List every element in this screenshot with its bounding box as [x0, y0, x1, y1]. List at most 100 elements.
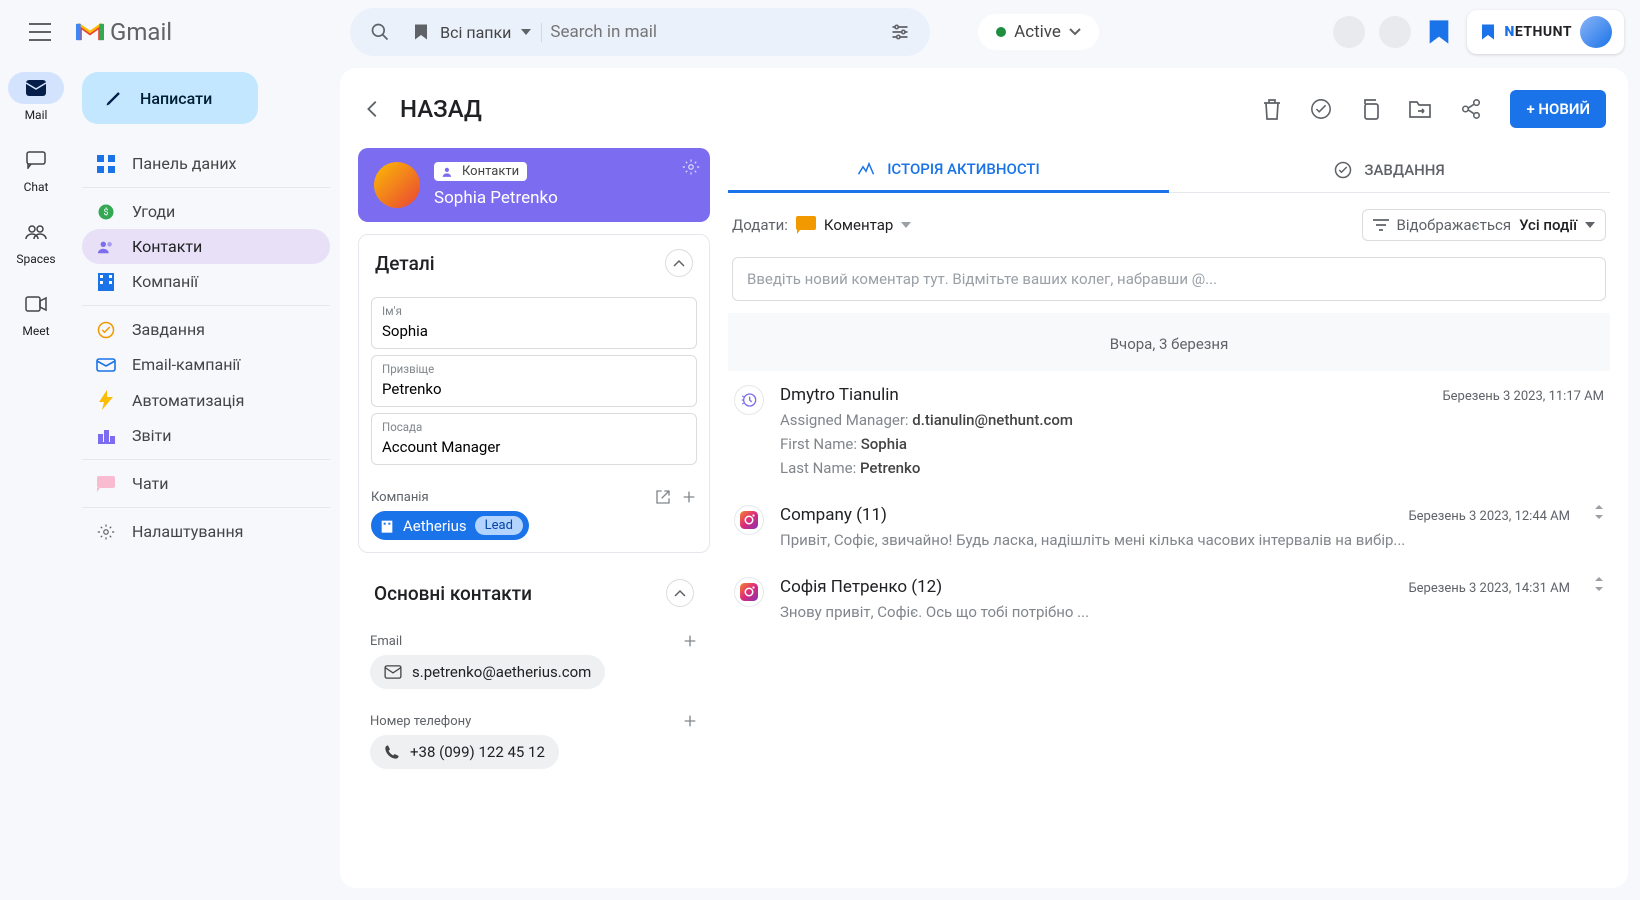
phone-pill[interactable]: +38 (099) 122 45 12 [370, 735, 559, 769]
app-header: Gmail Всі папки Active NETHUNT [0, 0, 1640, 64]
gear-icon [96, 523, 116, 541]
search-icon[interactable] [358, 10, 402, 54]
email-pill[interactable]: s.petrenko@aetherius.com [370, 655, 605, 689]
building-icon [379, 518, 395, 534]
collapse-details[interactable] [665, 249, 693, 277]
status-selector[interactable]: Active [978, 14, 1099, 50]
record-right-column: ІСТОРІЯ АКТИВНОСТІ ЗАВДАННЯ Додати: Коме… [728, 148, 1610, 888]
envelope-icon [384, 665, 402, 679]
header-avatar-1[interactable] [1333, 16, 1365, 48]
share-icon[interactable] [1460, 98, 1482, 120]
building-icon [96, 273, 116, 291]
phone-icon [384, 744, 400, 760]
sidebar-item-settings[interactable]: Налаштування [82, 514, 330, 549]
folder-move-icon[interactable] [1408, 99, 1432, 119]
pencil-icon [104, 88, 124, 108]
back-button[interactable] [362, 98, 384, 120]
rail-item-meet[interactable]: Meet [8, 288, 64, 338]
comment-input[interactable]: Введіть новий коментар тут. Відмітьте ва… [732, 257, 1606, 301]
tab-activity[interactable]: ІСТОРІЯ АКТИВНОСТІ [728, 148, 1169, 193]
last-name-field[interactable] [372, 376, 696, 406]
expand-icon[interactable] [1594, 577, 1604, 621]
add-comment-button[interactable]: Коментар [796, 216, 911, 234]
nethunt-text: NETHUNT [1505, 24, 1573, 40]
menu-button[interactable] [16, 8, 64, 56]
search-input[interactable] [550, 22, 878, 42]
card-settings-icon[interactable] [682, 158, 700, 176]
sidebar-item-companies[interactable]: Компанії [82, 264, 330, 299]
chat-icon [26, 151, 46, 169]
activity-item[interactable]: Софія Петренко (12)Березень 3 2023, 14:3… [728, 563, 1610, 635]
activity-item[interactable]: Dmytro TianulinБерезень 3 2023, 11:17 AM… [728, 371, 1610, 491]
gmail-brand-text: Gmail [110, 18, 172, 46]
contact-folder-tag[interactable]: Контакти [434, 162, 527, 181]
sidebar-item-deals[interactable]: $Угоди [82, 194, 330, 229]
hamburger-icon [29, 23, 51, 41]
caret-down-icon [901, 222, 911, 228]
company-stage-badge: Lead [475, 516, 523, 535]
activity-filter[interactable]: Відображається Усі події [1362, 209, 1606, 241]
bolt-icon [96, 390, 116, 410]
contact-avatar [374, 162, 420, 208]
expand-icon[interactable] [1594, 505, 1604, 549]
position-field[interactable] [372, 434, 696, 464]
add-email-icon[interactable] [682, 633, 698, 649]
first-name-field[interactable] [372, 318, 696, 348]
status-dot-icon [996, 27, 1006, 37]
history-icon [734, 385, 764, 415]
new-button[interactable]: + НОВИЙ [1510, 90, 1606, 128]
sidebar-item-contacts[interactable]: Контакти [82, 229, 330, 264]
comment-icon [796, 216, 816, 234]
folder-selector[interactable]: Всі папки [402, 23, 542, 42]
nethunt-glyph-icon [412, 23, 430, 41]
copy-icon[interactable] [1360, 98, 1380, 120]
collapse-primary[interactable] [666, 579, 694, 607]
rail-item-chat[interactable]: Chat [8, 144, 64, 194]
plus-icon[interactable] [681, 489, 697, 505]
open-link-icon[interactable] [655, 489, 671, 505]
filter-icon [1373, 219, 1389, 231]
rail-item-mail[interactable]: Mail [8, 72, 64, 122]
nethunt-badge-icon [1479, 23, 1497, 41]
sidebar-item-tasks[interactable]: Завдання [82, 312, 330, 347]
status-label: Active [1014, 22, 1061, 42]
spaces-icon [25, 224, 47, 240]
task-icon [96, 321, 116, 339]
details-title: Деталі [375, 252, 435, 275]
instagram-icon [734, 505, 764, 535]
sidebar-item-chats[interactable]: Чати [82, 466, 330, 501]
sidebar-item-campaigns[interactable]: Email-кампанії [82, 347, 330, 382]
grid-icon [96, 155, 116, 173]
mail-icon [26, 80, 46, 96]
campaign-icon [96, 358, 116, 372]
add-phone-icon[interactable] [682, 713, 698, 729]
add-label: Додати: [732, 216, 788, 234]
folder-label: Всі папки [440, 23, 511, 42]
nethunt-badge[interactable]: NETHUNT [1467, 10, 1625, 54]
check-circle-icon[interactable] [1310, 98, 1332, 120]
caret-down-icon [1585, 222, 1595, 228]
primary-contacts-section: Основні контакти Email s.petrenko@aether… [358, 565, 710, 781]
deal-icon: $ [96, 203, 116, 221]
chevron-down-icon [1069, 28, 1081, 36]
arrow-left-icon [362, 98, 384, 120]
trash-icon[interactable] [1262, 98, 1282, 120]
sidebar-item-reports[interactable]: Звіти [82, 418, 330, 453]
tab-tasks[interactable]: ЗАВДАННЯ [1169, 148, 1610, 193]
sidebar-item-dashboard[interactable]: Панель даних [82, 146, 330, 181]
main-panel: НАЗАД + НОВИЙ Контакти [340, 68, 1628, 888]
chart-icon [96, 428, 116, 444]
nethunt-icon[interactable] [1425, 18, 1453, 46]
header-avatar-2[interactable] [1379, 16, 1411, 48]
compose-button[interactable]: Написати [82, 72, 258, 124]
search-options-icon[interactable] [878, 10, 922, 54]
activity-item[interactable]: Company (11)Березень 3 2023, 12:44 AMПри… [728, 491, 1610, 563]
instagram-icon [734, 577, 764, 607]
sidebar-item-automation[interactable]: Автоматизація [82, 382, 330, 418]
caret-down-icon [521, 29, 531, 35]
user-avatar [1580, 16, 1612, 48]
rail-item-spaces[interactable]: Spaces [8, 216, 64, 266]
company-chip[interactable]: Aetherius Lead [371, 511, 529, 540]
primary-title: Основні контакти [374, 582, 532, 605]
gmail-m-icon [76, 21, 104, 43]
